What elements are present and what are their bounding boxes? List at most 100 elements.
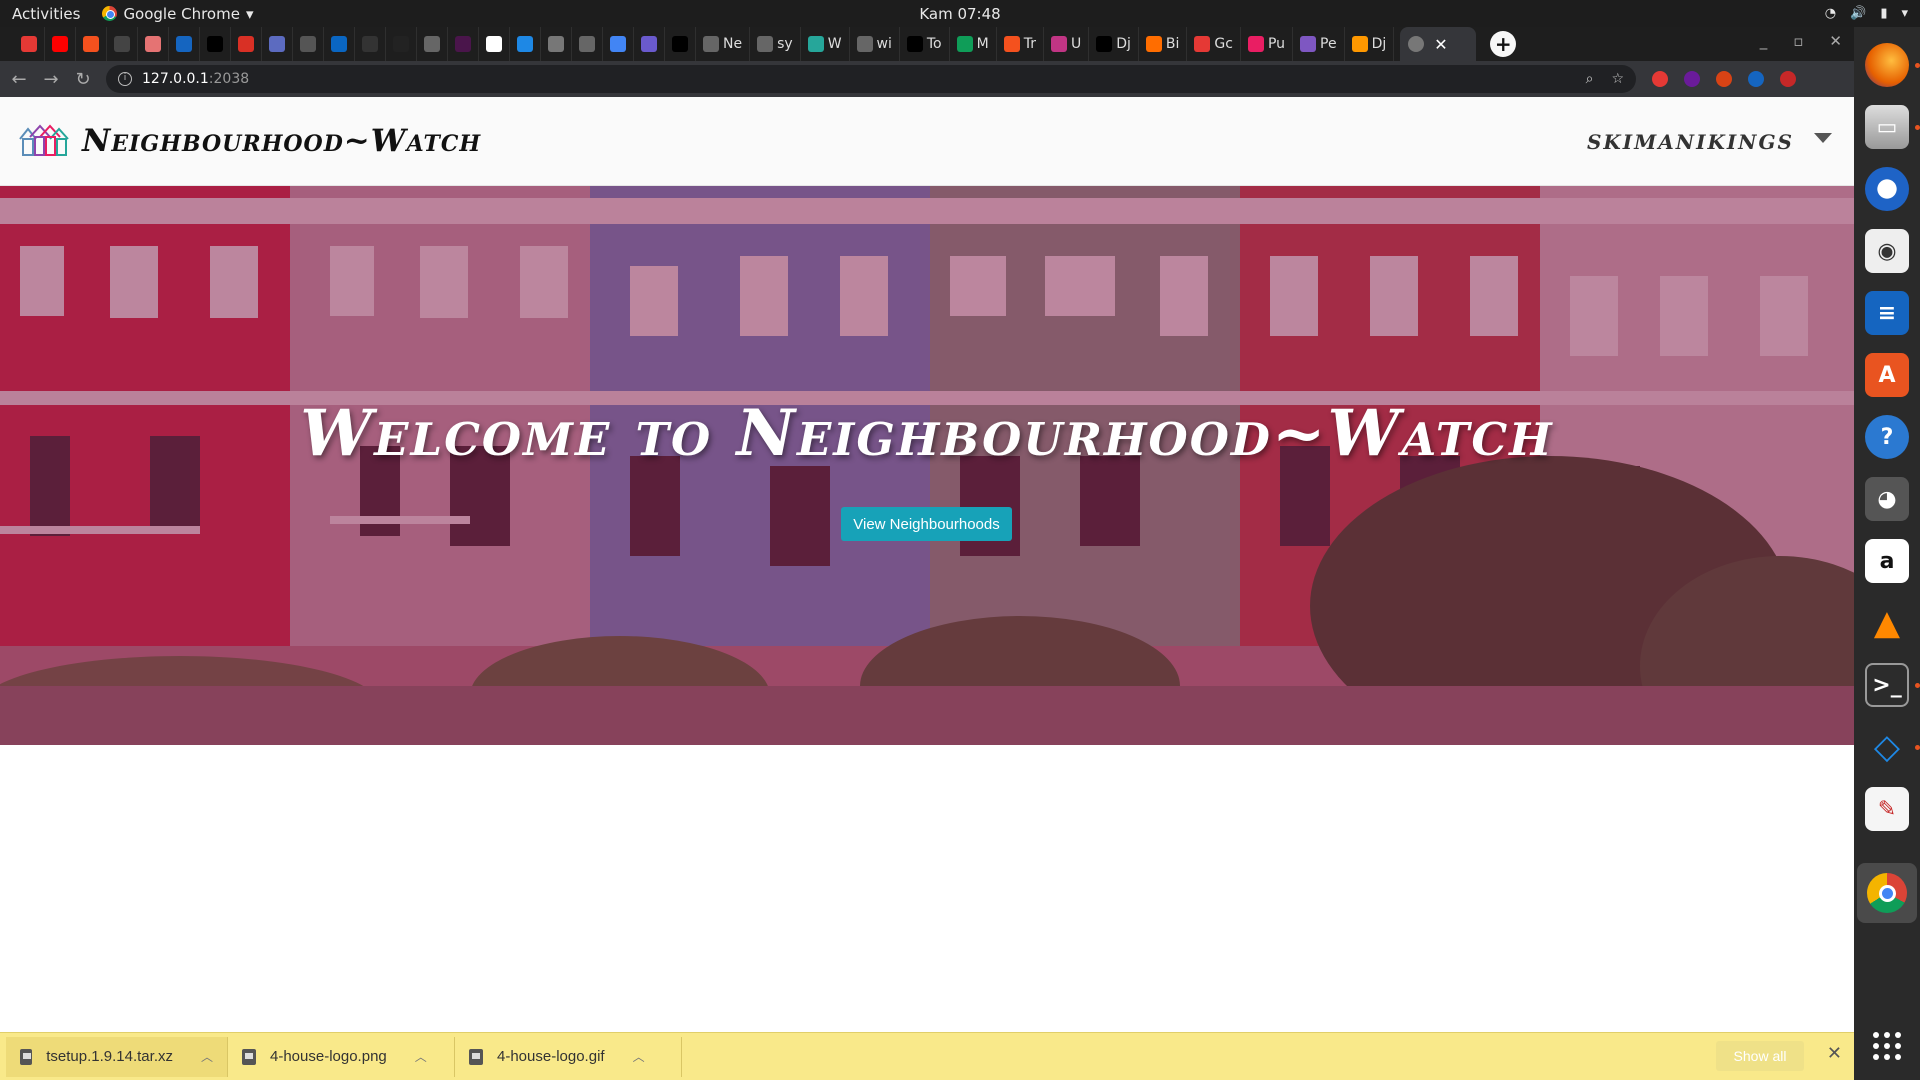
- back-button[interactable]: ←: [6, 69, 32, 90]
- terminal-icon[interactable]: >_: [1865, 663, 1909, 707]
- pinned-tab[interactable]: [324, 27, 355, 61]
- firefox-icon[interactable]: [1865, 43, 1909, 87]
- document-viewer-icon[interactable]: ✎: [1865, 787, 1909, 831]
- user-menu[interactable]: skimanikings: [1587, 123, 1794, 156]
- extension-purple-icon[interactable]: [1684, 71, 1700, 87]
- pinned-tab[interactable]: Tr: [997, 27, 1044, 61]
- pinned-tab[interactable]: Pe: [1293, 27, 1345, 61]
- pinned-tab[interactable]: [107, 27, 138, 61]
- forward-button[interactable]: →: [38, 69, 64, 90]
- pinned-tab[interactable]: [293, 27, 324, 61]
- fire-icon: [1351, 36, 1368, 52]
- pinned-tab[interactable]: [138, 27, 169, 61]
- pinned-tab[interactable]: [417, 27, 448, 61]
- caret-down-icon[interactable]: [1814, 133, 1832, 143]
- chrome-dock-item[interactable]: [1857, 863, 1917, 923]
- pinned-tab[interactable]: U: [1044, 27, 1090, 61]
- chevron-up-icon[interactable]: ︿: [201, 1048, 213, 1065]
- pinned-tab[interactable]: [76, 27, 107, 61]
- app-name: Google Chrome: [123, 4, 240, 23]
- tab-label: sy: [777, 36, 793, 52]
- pinned-tab[interactable]: [355, 27, 386, 61]
- maximize-button[interactable]: ▫: [1793, 32, 1803, 50]
- pinned-tab[interactable]: [448, 27, 479, 61]
- file-manager-icon[interactable]: ▭: [1865, 105, 1909, 149]
- show-all-button[interactable]: Show all: [1716, 1041, 1804, 1071]
- extension-red-icon[interactable]: [1780, 71, 1796, 87]
- new-tab-button[interactable]: +: [1490, 31, 1517, 57]
- pinned-tab[interactable]: [603, 27, 634, 61]
- tab-active[interactable]: ✕: [1400, 27, 1477, 61]
- pinned-tab[interactable]: [231, 27, 262, 61]
- app-menu[interactable]: Google Chrome ▾: [102, 5, 253, 23]
- close-icon[interactable]: ✕: [1434, 35, 1447, 54]
- pinned-tab[interactable]: [541, 27, 572, 61]
- amazon-icon[interactable]: a: [1865, 539, 1909, 583]
- thunderbird-icon[interactable]: [1865, 167, 1909, 211]
- show-applications-button[interactable]: [1873, 1032, 1901, 1060]
- instagram-icon: [1050, 36, 1067, 52]
- chevron-up-icon[interactable]: ︿: [633, 1048, 645, 1065]
- pinned-tab[interactable]: [169, 27, 200, 61]
- toolbar: ← → ↻ i 127.0.0.1 :2038 ⌕ ☆: [0, 61, 1854, 97]
- pinned-tab[interactable]: [634, 27, 665, 61]
- software-center-icon[interactable]: A: [1865, 353, 1909, 397]
- vscode-icon[interactable]: ◇: [1865, 725, 1909, 769]
- gimp-icon[interactable]: ◕: [1865, 477, 1909, 521]
- pinned-tab[interactable]: To: [900, 27, 950, 61]
- vlc-icon[interactable]: ▲: [1865, 601, 1909, 645]
- clock[interactable]: Kam 07:48: [919, 5, 1000, 23]
- pinned-tab[interactable]: Dj: [1345, 27, 1395, 61]
- pinned-tab[interactable]: Pu: [1241, 27, 1294, 61]
- info-icon[interactable]: i: [118, 72, 132, 86]
- address-bar[interactable]: i 127.0.0.1 :2038 ⌕ ☆: [106, 65, 1636, 93]
- plus-green-icon: [956, 36, 973, 52]
- extension-shield-icon[interactable]: [1652, 71, 1668, 87]
- pinned-tab[interactable]: wi: [850, 27, 900, 61]
- h-purple-icon: [1300, 36, 1317, 52]
- zoom-icon[interactable]: ⌕: [1586, 71, 1594, 87]
- pinned-tab[interactable]: [14, 27, 45, 61]
- chevron-up-icon[interactable]: ︿: [415, 1048, 427, 1065]
- download-item[interactable]: 4-house-logo.gif ︿: [455, 1036, 682, 1077]
- medium-icon: [1096, 36, 1113, 52]
- pinned-tab[interactable]: Bi: [1139, 27, 1188, 61]
- pinned-tab[interactable]: sy: [750, 27, 801, 61]
- close-window-button[interactable]: ✕: [1829, 32, 1842, 50]
- profile-avatar[interactable]: [1748, 71, 1764, 87]
- github-icon: [486, 36, 502, 52]
- tab-label: Pu: [1267, 36, 1286, 52]
- minimize-button[interactable]: _: [1760, 32, 1768, 50]
- system-tray[interactable]: ◔ 🔊 ▮ ▾: [1825, 6, 1908, 21]
- globe-icon: [757, 36, 774, 52]
- writer-icon[interactable]: ≡: [1865, 291, 1909, 335]
- pinned-tab[interactable]: [665, 27, 696, 61]
- pinned-tab[interactable]: [45, 27, 76, 61]
- extension-pin-icon[interactable]: [1716, 71, 1732, 87]
- help-icon[interactable]: ?: [1865, 415, 1909, 459]
- pinned-tab[interactable]: [572, 27, 603, 61]
- download-item[interactable]: tsetup.1.9.14.tar.xz ︿: [6, 1036, 228, 1077]
- house-logo-icon[interactable]: [18, 123, 70, 159]
- pinned-tab[interactable]: [200, 27, 231, 61]
- pinned-tab[interactable]: Dj: [1089, 27, 1139, 61]
- reload-button[interactable]: ↻: [70, 69, 96, 90]
- pinned-tab[interactable]: Ne: [696, 27, 751, 61]
- tab-label: U: [1070, 36, 1082, 52]
- wifi-icon: ◔: [1824, 6, 1837, 21]
- activities-button[interactable]: Activities: [12, 5, 80, 23]
- pinned-tab[interactable]: [510, 27, 541, 61]
- extensions: [1652, 71, 1796, 87]
- pinned-tab[interactable]: W: [801, 27, 850, 61]
- download-item[interactable]: 4-house-logo.png ︿: [228, 1036, 455, 1077]
- pinned-tab[interactable]: [386, 27, 417, 61]
- pinned-tab[interactable]: Gc: [1187, 27, 1241, 61]
- pinned-tab[interactable]: [262, 27, 293, 61]
- view-neighbourhoods-button[interactable]: View Neighbourhoods: [841, 507, 1012, 541]
- brand-title[interactable]: Neighbourhood~Watch: [82, 123, 481, 159]
- bookmark-star-icon[interactable]: ☆: [1611, 71, 1624, 87]
- close-icon[interactable]: ✕: [1827, 1043, 1842, 1064]
- pinned-tab[interactable]: M: [950, 27, 997, 61]
- pinned-tab[interactable]: [479, 27, 510, 61]
- rhythmbox-icon[interactable]: ◉: [1865, 229, 1909, 273]
